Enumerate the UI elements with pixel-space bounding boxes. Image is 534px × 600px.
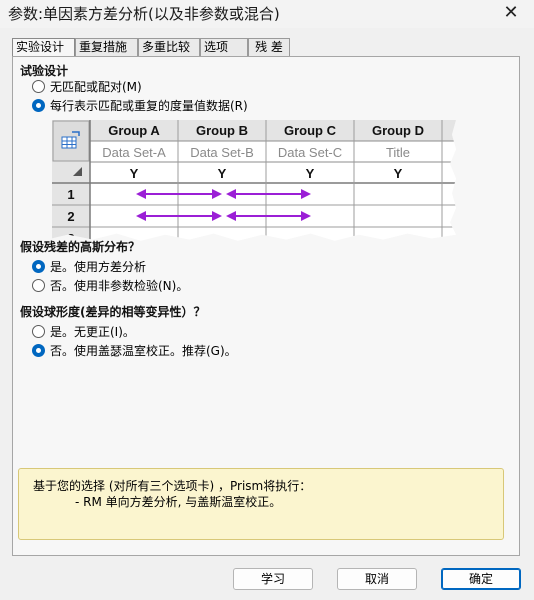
window-title: 参数:单因素方差分析(以及非参数或混合) xyxy=(8,5,280,23)
tab-experimental-design[interactable]: 实验设计 xyxy=(12,38,75,57)
tab-multiple-comparisons[interactable]: 多重比较 xyxy=(138,38,200,56)
radio-button[interactable] xyxy=(32,99,45,112)
column-subheader: Data Set-A xyxy=(102,145,166,160)
radio-button[interactable] xyxy=(32,325,45,338)
tab-options[interactable]: 选项 xyxy=(200,38,248,56)
column-header-group-c: Group C xyxy=(284,123,336,138)
radio-button[interactable] xyxy=(32,279,45,292)
radio-label: 否。使用非参数检验(N)。 xyxy=(50,279,189,293)
column-subheader: Data Set-C xyxy=(277,145,343,160)
radio-label: 无匹配或配对(M) xyxy=(50,80,142,94)
column-type-y: Y xyxy=(217,166,227,181)
section-gaussian-title: 假设残差的高斯分布？ xyxy=(20,240,141,254)
radio-button[interactable] xyxy=(32,80,45,93)
column-subheader: Title xyxy=(385,145,411,160)
learn-button[interactable]: 学习 xyxy=(233,568,313,590)
radio-button[interactable] xyxy=(32,260,45,273)
column-subheader: Data Set-B xyxy=(190,145,254,160)
row-number: 2 xyxy=(67,209,75,224)
column-type-y: Y xyxy=(305,166,315,181)
radio-label: 每行表示匹配或重复的度量值数据(R) xyxy=(50,99,248,113)
column-header-group-d: Group D xyxy=(372,123,424,138)
section-sphericity-title: 假设球形度(差异的相等变异性）？ xyxy=(20,305,206,319)
illustration-grid xyxy=(52,120,456,241)
radio-label: 是。使用方差分析 xyxy=(50,260,147,274)
section-experimental-design-title: 试验设计 xyxy=(20,64,69,78)
analysis-summary-box: 基于您的选择 (对所有三个选项卡) ，Prism将执行： - RM 单向方差分析… xyxy=(18,468,504,540)
title-bar: 参数:单因素方差分析(以及非参数或混合) ✕ xyxy=(0,0,534,28)
column-type-y: Y xyxy=(129,166,139,181)
radio-button[interactable] xyxy=(32,344,45,357)
summary-line-1: 基于您的选择 (对所有三个选项卡) ，Prism将执行： xyxy=(33,479,312,493)
tab-residuals[interactable]: 残 差 xyxy=(248,38,290,56)
summary-line-2: - RM 单向方差分析, 与盖斯温室校正。 xyxy=(75,495,282,509)
column-header-group-b: Group B xyxy=(196,123,248,138)
row-number: 1 xyxy=(67,187,75,202)
close-icon[interactable]: ✕ xyxy=(496,0,526,26)
tab-repeated-measures[interactable]: 重复措施 xyxy=(75,38,138,56)
column-header-group-a: Group A xyxy=(108,123,160,138)
cancel-button[interactable]: 取消 xyxy=(337,568,417,590)
matched-data-illustration: Group A Group B Group C Group D Data Set… xyxy=(52,120,456,242)
ok-button[interactable]: 确定 xyxy=(441,568,521,590)
radio-label: 是。无更正(I)。 xyxy=(50,325,135,339)
column-type-y: Y xyxy=(393,166,403,181)
radio-label: 否。使用盖瑟温室校正。推荐(G)。 xyxy=(50,344,237,358)
